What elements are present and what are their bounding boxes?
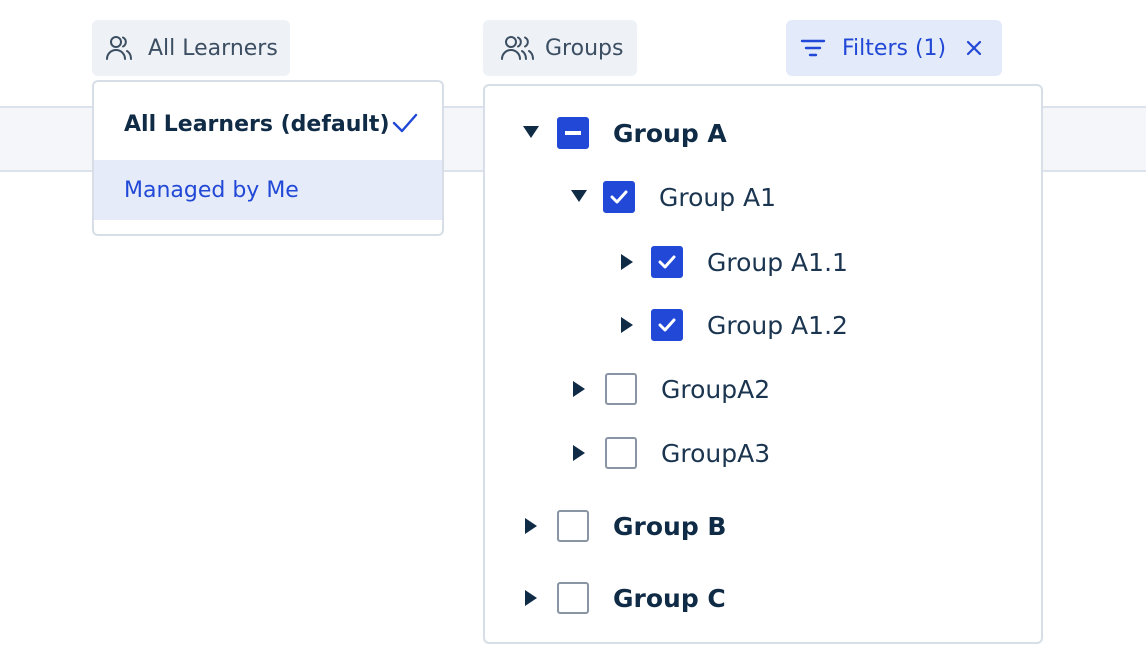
tree-node-label: Group A xyxy=(613,118,727,148)
tree-node-group-a1-2: Group A1.2 xyxy=(619,305,848,345)
checkbox-indeterminate[interactable] xyxy=(557,117,589,149)
checkbox-unchecked[interactable] xyxy=(605,437,637,469)
tree-node-group-a2: GroupA2 xyxy=(571,369,770,409)
checkbox-checked[interactable] xyxy=(651,309,683,341)
menu-item-all-learners[interactable]: All Learners (default) xyxy=(94,94,442,154)
filter-icon xyxy=(800,38,826,58)
checkbox-unchecked[interactable] xyxy=(557,510,589,542)
tree-node-group-a1: Group A1 xyxy=(571,177,776,217)
groups-tree-panel: Group A Group A1 Group A1.1 Group A1.2 G… xyxy=(483,84,1043,644)
caret-right-icon[interactable] xyxy=(619,254,635,270)
caret-right-icon[interactable] xyxy=(571,445,587,461)
tree-node-group-c: Group C xyxy=(523,578,726,618)
tree-node-group-a1-1: Group A1.1 xyxy=(619,242,848,282)
all-learners-button[interactable]: All Learners xyxy=(92,20,290,76)
tree-node-label: GroupA2 xyxy=(661,374,771,404)
tree-node-group-a3: GroupA3 xyxy=(571,433,770,473)
checkbox-unchecked[interactable] xyxy=(557,582,589,614)
filters-label: Filters (1) xyxy=(842,35,947,61)
tree-node-group-a: Group A xyxy=(523,113,727,153)
menu-item-managed-by-me[interactable]: Managed by Me xyxy=(94,160,442,220)
caret-right-icon[interactable] xyxy=(523,590,539,606)
caret-right-icon[interactable] xyxy=(619,317,635,333)
all-learners-label: All Learners xyxy=(148,35,278,61)
tree-node-label: Group A1 xyxy=(659,182,777,212)
tree-node-label: Group C xyxy=(613,583,726,613)
caret-right-icon[interactable] xyxy=(523,518,539,534)
checkmark-icon xyxy=(392,112,418,140)
filters-button[interactable]: Filters (1) xyxy=(786,20,1002,76)
checkbox-checked[interactable] xyxy=(603,181,635,213)
learners-dropdown-menu: All Learners (default) Managed by Me xyxy=(92,80,444,236)
person-icon xyxy=(104,33,134,63)
tree-node-label: Group B xyxy=(613,511,727,541)
tree-node-label: Group A1.2 xyxy=(707,310,848,340)
groups-button[interactable]: Groups xyxy=(483,20,637,76)
clear-filters-close-icon[interactable] xyxy=(966,40,982,56)
tree-node-label: Group A1.1 xyxy=(707,247,848,277)
caret-down-icon[interactable] xyxy=(571,189,587,205)
groups-label: Groups xyxy=(545,35,624,61)
checkbox-unchecked[interactable] xyxy=(605,373,637,405)
menu-item-label: Managed by Me xyxy=(124,177,299,203)
checkbox-checked[interactable] xyxy=(651,246,683,278)
menu-item-label: All Learners (default) xyxy=(124,111,390,137)
caret-down-icon[interactable] xyxy=(523,125,539,141)
tree-node-label: GroupA3 xyxy=(661,438,771,468)
people-group-icon xyxy=(497,33,537,63)
caret-right-icon[interactable] xyxy=(571,381,587,397)
tree-node-group-b: Group B xyxy=(523,506,726,546)
